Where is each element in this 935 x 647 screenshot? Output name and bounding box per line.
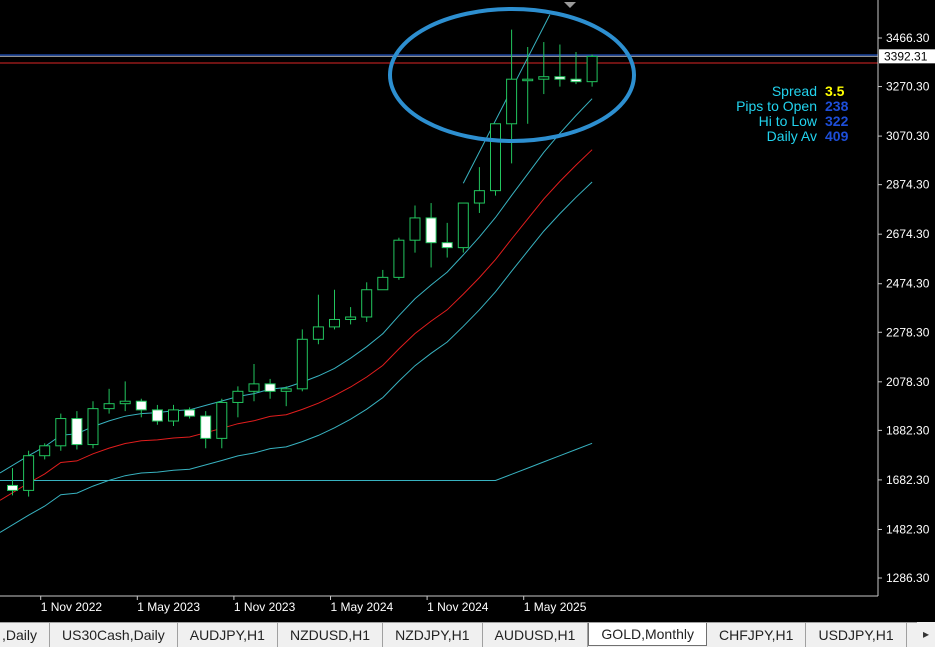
bear-candle[interactable] <box>200 415 212 439</box>
price-tick-label: 1882.30 <box>886 423 930 437</box>
current-price-label: 3392.31 <box>884 49 928 63</box>
tab-audjpy-h1[interactable]: AUDJPY,H1 <box>178 623 278 647</box>
price-tick-label: 3466.30 <box>886 31 930 45</box>
bull-candle[interactable] <box>586 55 598 83</box>
price-tick-label: 1286.30 <box>886 571 930 585</box>
bear-candle[interactable] <box>554 76 566 80</box>
chart-area[interactable]: 3466.30 3270.30 3070.30 2874.30 2674.30 2474.… <box>0 0 935 622</box>
info-label: Pips to Open <box>736 98 817 114</box>
tab-daily[interactable]: ,Daily <box>0 623 51 647</box>
bull-candle[interactable] <box>490 123 501 192</box>
bull-candle[interactable] <box>377 276 389 291</box>
time-tick-label: 1 Nov 2022 <box>41 600 103 614</box>
info-value: 3.5 <box>825 83 845 99</box>
bull-candle[interactable] <box>345 316 357 320</box>
bull-candle[interactable] <box>393 239 405 278</box>
info-label: Spread <box>771 83 817 99</box>
triangle-right-icon[interactable]: ▸ <box>917 622 935 647</box>
time-tick-label: 1 May 2023 <box>137 600 200 614</box>
info-row-hi-to-low: Hi to Low 322 <box>759 114 849 129</box>
tab-usdjpy-h1[interactable]: USDJPY,H1 <box>806 623 907 647</box>
bull-candle[interactable] <box>216 401 228 439</box>
info-row-daily-av: Daily Av 409 <box>767 129 849 144</box>
time-tick-label: 1 May 2025 <box>524 600 587 614</box>
time-tick-label: 1 Nov 2023 <box>234 600 296 614</box>
price-tick-label: 1682.30 <box>886 473 930 487</box>
price-tick-label: 2278.30 <box>886 325 930 339</box>
bear-candle[interactable] <box>425 217 437 244</box>
bear-candle[interactable] <box>264 383 276 392</box>
bear-candle[interactable] <box>71 418 83 446</box>
info-value: 409 <box>825 128 849 144</box>
info-row-spread: Spread 3.5 <box>772 84 849 99</box>
bull-candle[interactable] <box>361 289 373 318</box>
bear-candle[interactable] <box>135 400 147 411</box>
bull-candle[interactable] <box>522 78 534 82</box>
price-tick-label: 2674.30 <box>886 227 930 241</box>
bull-candle[interactable] <box>87 408 99 446</box>
bull-candle[interactable] <box>312 326 324 340</box>
bull-candle[interactable] <box>55 418 67 447</box>
chart-tab-bar: ,Daily US30Cash,Daily AUDJPY,H1 NZDUSD,H… <box>0 622 935 647</box>
price-tick-label: 2474.30 <box>886 277 930 291</box>
bull-candle[interactable] <box>39 445 51 457</box>
info-value: 238 <box>825 98 849 114</box>
bull-candle[interactable] <box>248 383 260 392</box>
bull-candle[interactable] <box>103 403 115 410</box>
bull-candle[interactable] <box>119 400 131 405</box>
tab-gold-monthly[interactable]: GOLD,Monthly <box>588 623 708 646</box>
tab-audusd-h1[interactable]: AUDUSD,H1 <box>483 623 589 647</box>
info-label: Hi to Low <box>758 113 817 129</box>
info-row-pips-to-open: Pips to Open 238 <box>736 99 849 114</box>
price-tick-label: 1482.30 <box>886 522 930 536</box>
bull-candle[interactable] <box>329 318 340 328</box>
price-tick-label: 3070.30 <box>886 129 930 143</box>
bull-candle[interactable] <box>538 76 550 80</box>
bull-candle[interactable] <box>506 78 518 125</box>
price-tick-label: 2874.30 <box>886 178 930 192</box>
tab-chfjpy-h1[interactable]: CHFJPY,H1 <box>707 623 807 647</box>
tab-nzdjpy-h1[interactable]: NZDJPY,H1 <box>383 623 483 647</box>
bull-candle[interactable] <box>409 217 421 241</box>
price-tick-label: 2078.30 <box>886 375 930 389</box>
bull-candle[interactable] <box>232 390 244 403</box>
bull-candle[interactable] <box>23 455 35 491</box>
bull-candle[interactable] <box>473 190 485 204</box>
bear-candle[interactable] <box>151 409 163 422</box>
bull-candle[interactable] <box>296 338 308 390</box>
time-tick-label: 1 May 2024 <box>331 600 394 614</box>
bear-candle[interactable] <box>7 484 18 491</box>
tab-nzdusd-h1[interactable]: NZDUSD,H1 <box>278 623 384 647</box>
tab-us30cash-daily[interactable]: US30Cash,Daily <box>50 623 178 647</box>
bear-candle[interactable] <box>441 242 453 249</box>
info-label: Daily Av <box>766 128 817 144</box>
info-value: 322 <box>825 113 849 129</box>
time-tick-label: 1 Nov 2024 <box>427 600 489 614</box>
bull-candle[interactable] <box>457 202 469 249</box>
bull-candle[interactable] <box>280 388 292 392</box>
price-tick-label: 3270.30 <box>886 80 930 94</box>
bear-candle[interactable] <box>184 409 196 417</box>
bear-candle[interactable] <box>570 78 582 83</box>
bull-candle[interactable] <box>168 409 179 422</box>
